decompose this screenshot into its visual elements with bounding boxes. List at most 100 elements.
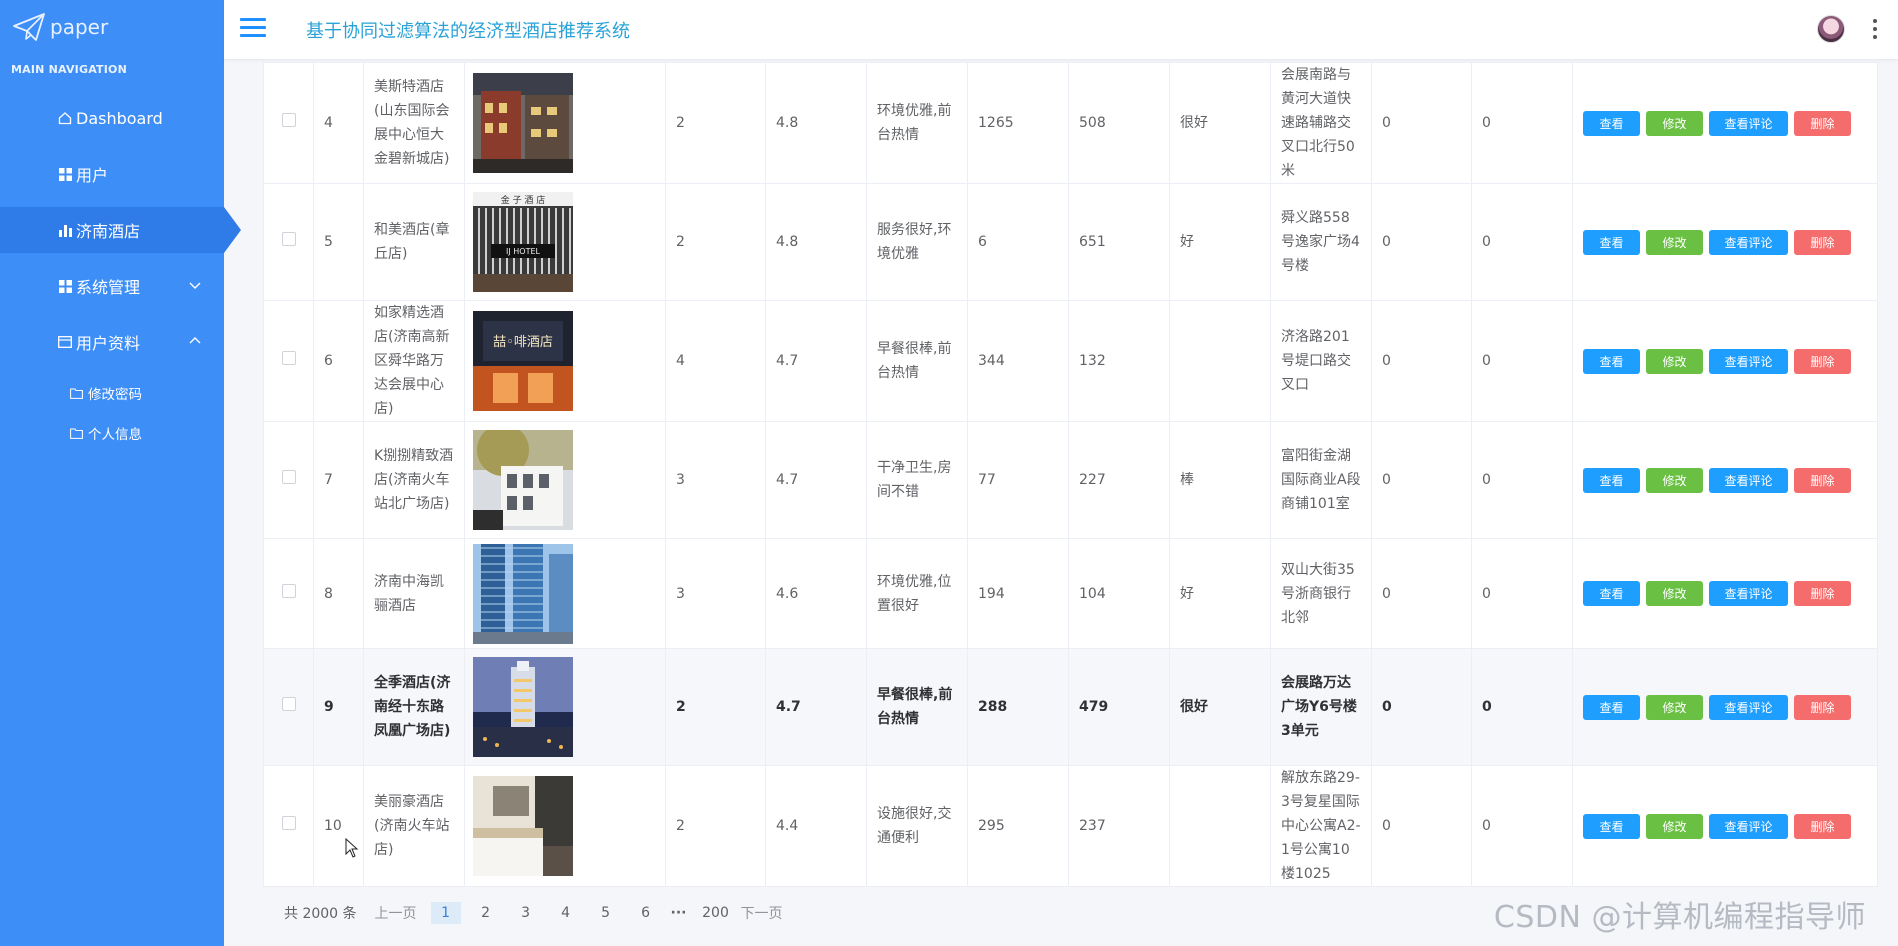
delete-button[interactable]: 删除 xyxy=(1794,348,1851,374)
delete-button[interactable]: 删除 xyxy=(1794,229,1851,255)
view-button[interactable]: 查看 xyxy=(1583,581,1640,606)
row-checkbox[interactable] xyxy=(281,697,296,711)
page-button[interactable]: 4 xyxy=(551,902,581,924)
row-checkbox[interactable] xyxy=(281,583,296,598)
hotel-extra-2: 0 xyxy=(1471,648,1573,766)
view-reviews-button[interactable]: 查看评论 xyxy=(1709,229,1788,255)
view-button[interactable]: 查看 xyxy=(1583,110,1640,136)
hotel-score: 4.4 xyxy=(765,765,867,887)
delete-button[interactable]: 删除 xyxy=(1794,694,1851,720)
hotel-address: 舜义路558号逸家广场4号楼 xyxy=(1270,183,1372,301)
svg-text:IJ HOTEL: IJ HOTEL xyxy=(506,247,541,256)
sidebar-item-system-management[interactable]: 系统管理 xyxy=(0,263,224,309)
page-button[interactable]: 6 xyxy=(631,902,661,924)
hotel-extra-2: 0 xyxy=(1471,183,1573,301)
page-button[interactable]: 1 xyxy=(430,902,461,924)
sidebar-item-label: 济南酒店 xyxy=(76,222,141,241)
prev-page-button[interactable]: 上一页 xyxy=(375,903,417,923)
page-button[interactable]: 3 xyxy=(511,902,541,924)
hotel-rating: 很好 xyxy=(1169,648,1271,766)
view-button[interactable]: 查看 xyxy=(1583,348,1640,374)
main-navigation-label: MAIN NAVIGATION xyxy=(11,63,128,76)
hotel-score: 4.8 xyxy=(765,62,867,184)
row-id: 4 xyxy=(313,62,364,184)
grid-icon xyxy=(58,167,72,181)
edit-button[interactable]: 修改 xyxy=(1646,110,1703,136)
hotel-name: 和美酒店(章丘店) xyxy=(363,183,465,301)
sidebar-item-jinan-hotels[interactable]: 济南酒店 xyxy=(0,207,241,253)
hotel-level: 3 xyxy=(665,421,766,539)
hotel-photo xyxy=(473,430,657,530)
pagination-total: 共 2000 条 xyxy=(284,906,357,922)
hotel-count-1: 77 xyxy=(967,421,1069,539)
row-checkbox[interactable] xyxy=(281,351,296,365)
hotel-level: 4 xyxy=(665,300,766,422)
view-button[interactable]: 查看 xyxy=(1583,229,1640,255)
sidebar-item-dashboard[interactable]: Dashboard xyxy=(0,95,224,141)
hotel-extra-1: 0 xyxy=(1371,183,1472,301)
edit-button[interactable]: 修改 xyxy=(1646,348,1703,374)
hotel-score: 4.7 xyxy=(765,300,867,422)
sidebar-item-user-profile[interactable]: 用户资料 xyxy=(0,319,224,365)
view-button[interactable]: 查看 xyxy=(1583,813,1640,839)
hotel-name: K捌捌精致酒店(济南火车站北广场店) xyxy=(363,421,465,539)
hotel-review: 早餐很棒,前台热情 xyxy=(866,300,968,422)
avatar[interactable] xyxy=(1817,15,1845,43)
sidebar-item-label: 用户资料 xyxy=(76,334,141,353)
view-button[interactable]: 查看 xyxy=(1583,467,1640,493)
sidebar-subitem-personal-info[interactable]: 个人信息 xyxy=(0,416,224,450)
menu-toggle-icon[interactable] xyxy=(240,18,266,40)
more-options-icon[interactable] xyxy=(1872,19,1878,39)
sidebar: paper MAIN NAVIGATION Dashboard 用户 济南酒店 xyxy=(0,0,241,946)
page-button-last[interactable]: 200 xyxy=(701,902,731,924)
pagination-ellipsis[interactable]: ··· xyxy=(671,905,687,921)
delete-button[interactable]: 删除 xyxy=(1794,110,1851,136)
row-checkbox[interactable] xyxy=(281,232,296,246)
hotel-level: 3 xyxy=(665,538,766,649)
sidebar-item-users[interactable]: 用户 xyxy=(0,151,224,197)
logo[interactable]: paper xyxy=(12,10,108,44)
view-reviews-button[interactable]: 查看评论 xyxy=(1709,694,1788,720)
edit-button[interactable]: 修改 xyxy=(1646,813,1703,839)
delete-button[interactable]: 删除 xyxy=(1794,581,1851,606)
delete-button[interactable]: 删除 xyxy=(1794,813,1851,839)
edit-button[interactable]: 修改 xyxy=(1646,229,1703,255)
view-reviews-button[interactable]: 查看评论 xyxy=(1709,813,1788,839)
row-checkbox[interactable] xyxy=(281,113,296,127)
row-checkbox-cell xyxy=(263,538,314,649)
hotel-address: 富阳街金湖国际商业A段商铺101室 xyxy=(1270,421,1372,539)
table-row: 10 美丽豪酒店(济南火车站店) 2 4.4 设施很好,交通便利 295 237 解放东路29… xyxy=(263,765,1878,887)
view-reviews-button[interactable]: 查看评论 xyxy=(1709,110,1788,136)
table-row: 7 K捌捌精致酒店(济南火车站北广场店) 3 4.7 干净卫生,房间不错 77 227 棒富阳… xyxy=(263,421,1878,539)
row-checkbox-cell xyxy=(263,183,314,301)
row-checkbox[interactable] xyxy=(281,816,296,830)
view-button[interactable]: 查看 xyxy=(1583,694,1640,720)
row-checkbox[interactable] xyxy=(281,470,296,484)
hotel-photo xyxy=(473,776,657,876)
row-id: 5 xyxy=(313,183,364,301)
sidebar-subitem-change-password[interactable]: 修改密码 xyxy=(0,376,224,410)
view-reviews-button[interactable]: 查看评论 xyxy=(1709,348,1788,374)
row-id: 10 xyxy=(313,765,364,887)
folder-icon xyxy=(70,388,83,399)
logo-text: paper xyxy=(50,15,109,39)
row-actions: 查看 修改 查看评论 删除 xyxy=(1572,421,1878,539)
page-button[interactable]: 5 xyxy=(591,902,621,924)
sidebar-item-label: Dashboard xyxy=(76,108,163,128)
page-button[interactable]: 2 xyxy=(471,902,501,924)
next-page-button[interactable]: 下一页 xyxy=(741,903,783,923)
edit-button[interactable]: 修改 xyxy=(1646,694,1703,720)
sidebar-item-label: 用户 xyxy=(76,166,109,185)
edit-button[interactable]: 修改 xyxy=(1646,467,1703,493)
hotel-photo-cell xyxy=(464,421,666,539)
hotel-review: 干净卫生,房间不错 xyxy=(866,421,968,539)
edit-button[interactable]: 修改 xyxy=(1646,581,1703,606)
hotel-extra-1: 0 xyxy=(1371,62,1472,184)
view-reviews-button[interactable]: 查看评论 xyxy=(1709,467,1788,493)
delete-button[interactable]: 删除 xyxy=(1794,467,1851,493)
hotel-extra-2: 0 xyxy=(1471,421,1573,539)
svg-text:金 子 酒 店: 金 子 酒 店 xyxy=(501,194,546,206)
row-id: 8 xyxy=(313,538,364,649)
chevron-down-icon xyxy=(189,282,201,289)
view-reviews-button[interactable]: 查看评论 xyxy=(1709,581,1788,606)
